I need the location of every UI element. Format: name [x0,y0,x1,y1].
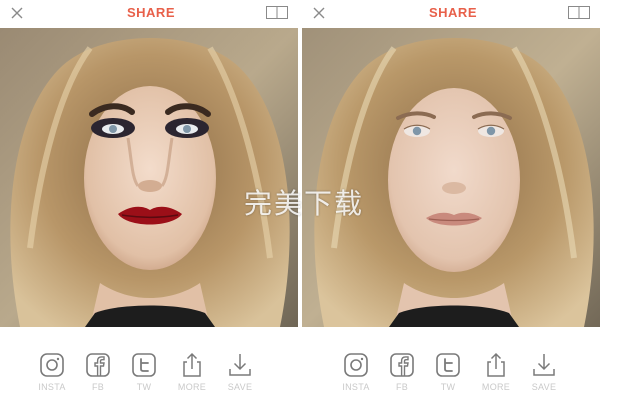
save-label: SAVE [227,382,253,392]
twitter-label: TW [136,382,152,392]
top-bar: SHARE [302,0,604,26]
download-icon [533,354,555,376]
instagram-icon [40,353,64,377]
share-facebook-button[interactable]: FB [382,352,422,398]
twitter-icon [132,353,156,377]
compare-toggle-icon[interactable] [568,6,590,19]
save-button[interactable]: SAVE [220,352,260,398]
instagram-label: INSTA [342,382,370,392]
share-twitter-button[interactable]: TW [124,352,164,398]
share-actions: INSTA FB TW MORE SAVE [302,352,604,400]
save-button[interactable]: SAVE [524,352,564,398]
compare-toggle-icon[interactable] [266,6,288,19]
watermark-text: 完美下载 [244,187,365,220]
facebook-label: FB [395,382,409,392]
twitter-label: TW [440,382,456,392]
top-bar: SHARE [0,0,302,26]
more-label: MORE [177,382,207,392]
page-title: SHARE [126,5,175,20]
share-more-button[interactable]: MORE [172,352,212,398]
facebook-icon [86,353,110,377]
share-twitter-button[interactable]: TW [428,352,468,398]
save-label: SAVE [531,382,557,392]
instagram-icon [344,353,368,377]
twitter-icon [436,353,460,377]
share-instagram-button[interactable]: INSTA [32,352,72,398]
share-actions: INSTA FB TW MORE SAVE [0,352,302,400]
share-more-icon [487,352,505,377]
facebook-label: FB [91,382,105,392]
share-more-button[interactable]: MORE [476,352,516,398]
share-facebook-button[interactable]: FB [78,352,118,398]
share-instagram-button[interactable]: INSTA [336,352,376,398]
instagram-label: INSTA [38,382,66,392]
download-icon [229,354,251,376]
share-more-icon [183,352,201,377]
more-label: MORE [481,382,511,392]
before-makeup-photo [302,28,600,327]
after-makeup-photo [0,28,298,327]
facebook-icon [390,353,414,377]
page-title: SHARE [428,5,477,20]
